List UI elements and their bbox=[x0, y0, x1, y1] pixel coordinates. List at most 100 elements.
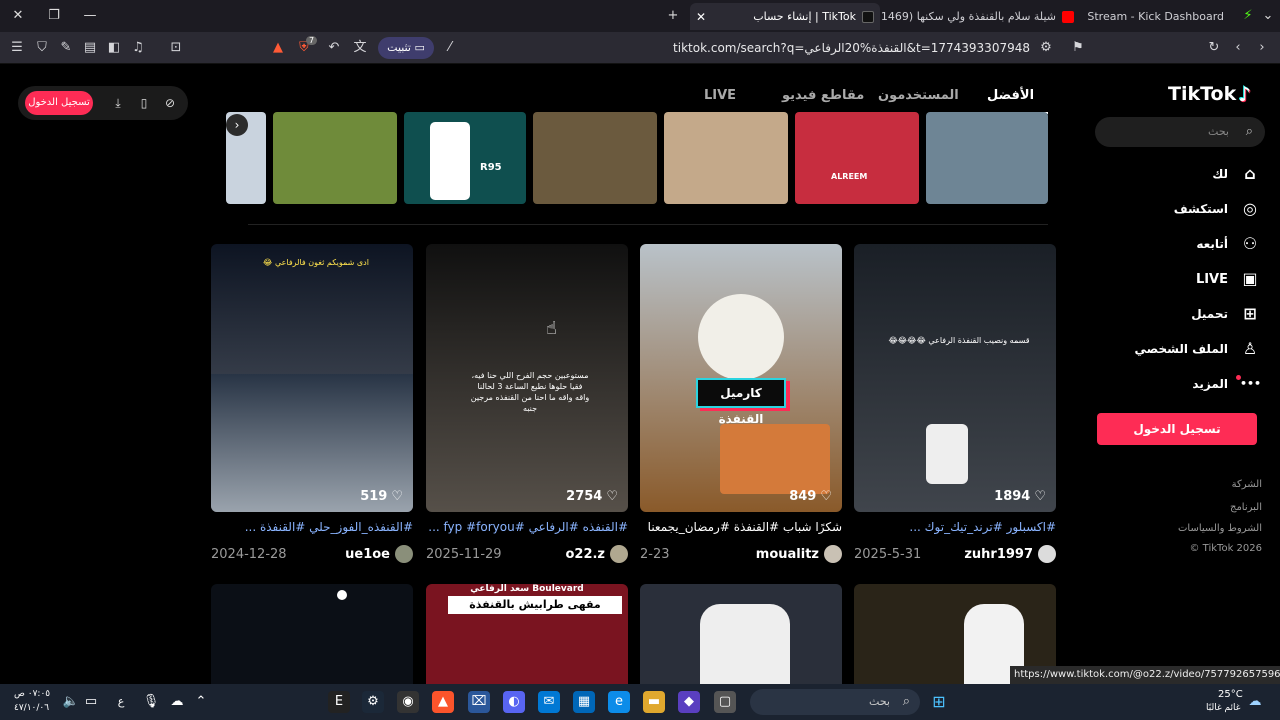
tab-search-chevron-icon[interactable]: ⌄ bbox=[1258, 6, 1278, 26]
caption-text[interactable]: #القنفذه #الرفاعي #fyp #foryou ... bbox=[428, 520, 628, 534]
weather-cloud-icon[interactable]: ☁ bbox=[1244, 691, 1266, 713]
minimize-window-icon[interactable]: — bbox=[80, 6, 100, 26]
video-author[interactable]: o22.z bbox=[565, 545, 628, 563]
reload-icon[interactable]: ↻ bbox=[1206, 40, 1222, 56]
music-icon[interactable]: ♫ bbox=[130, 40, 146, 56]
video-cover[interactable]: سعد الرفاعي Boulevard مقهى طرابيش بالقنف… bbox=[426, 584, 628, 684]
tab-top[interactable]: الأفضل bbox=[987, 88, 1034, 103]
video-author[interactable]: moualitz bbox=[756, 545, 842, 563]
caption-text[interactable]: شكرًا شباب #القنفذة #رمضان_يجمعنا bbox=[648, 520, 842, 534]
video-card[interactable]: ادى شمويكم ثغون فالرفاعي 😂 519 ♡ #القنفذه… bbox=[211, 244, 413, 564]
video-author[interactable]: ue1oe bbox=[345, 545, 413, 563]
tiktok-logo[interactable]: TikTok ♪ bbox=[1168, 82, 1251, 106]
footer-link-company[interactable]: الشركة bbox=[1232, 479, 1262, 490]
download-icon[interactable]: ⤓ bbox=[110, 95, 126, 111]
caption-text[interactable]: #القنفذه_الفوز_حلي #القنفذة ... bbox=[245, 520, 413, 534]
video-cover[interactable] bbox=[640, 584, 842, 684]
forward-icon[interactable]: › bbox=[1254, 40, 1270, 56]
start-icon[interactable]: ⊞ bbox=[928, 691, 950, 713]
microphone-icon[interactable]: 🎙 bbox=[140, 691, 162, 713]
carousel-thumb[interactable] bbox=[926, 112, 1048, 204]
wallet-icon[interactable]: ▤ bbox=[82, 40, 98, 56]
search-icon[interactable]: ⌕ bbox=[1246, 124, 1253, 139]
carousel-thumb[interactable] bbox=[533, 112, 657, 204]
discord-icon[interactable]: ◐ bbox=[503, 691, 525, 713]
sidebar-item-upload[interactable]: تحميل ⊞ bbox=[1100, 302, 1260, 326]
browser-tab-tiktok[interactable]: ✕ إنشاء حساب | TikTok bbox=[690, 3, 880, 30]
tray-overflow-icon[interactable]: ⌃ bbox=[190, 691, 212, 713]
outlook-icon[interactable]: ✉ bbox=[538, 691, 560, 713]
sidebar-icon[interactable]: ◧ bbox=[106, 40, 122, 56]
menu-icon[interactable]: ☰ bbox=[9, 40, 25, 56]
cloud-icon[interactable]: ☁ bbox=[166, 691, 188, 713]
avatar[interactable] bbox=[824, 545, 842, 563]
brave-browser-icon[interactable]: ▲ bbox=[432, 691, 454, 713]
video-author[interactable]: zuhr1997 bbox=[964, 545, 1056, 563]
author-name[interactable]: o22.z bbox=[565, 547, 605, 562]
mobile-icon[interactable]: ▯ bbox=[136, 95, 152, 111]
steam-icon[interactable]: ⚙ bbox=[362, 691, 384, 713]
reader-icon[interactable]: ⁄ bbox=[442, 40, 458, 56]
video-caption[interactable]: #اكسبلور #ترند_تيك_توك ... bbox=[854, 520, 1056, 536]
avatar[interactable] bbox=[610, 545, 628, 563]
header-login-button[interactable]: تسجيل الدخول bbox=[25, 91, 93, 115]
clock-date[interactable]: ٤٧/١٠/٠٦ bbox=[14, 703, 49, 713]
carousel-thumb[interactable]: R95 bbox=[404, 112, 526, 204]
weather-temp[interactable]: 25°C bbox=[1218, 689, 1243, 700]
search-input[interactable]: بحث ⌕ bbox=[1095, 117, 1265, 147]
author-name[interactable]: ue1oe bbox=[345, 547, 390, 562]
clock-time[interactable]: ٠٧:٠٥ ص bbox=[14, 689, 50, 699]
shield-icon[interactable]: ⛉ bbox=[34, 40, 50, 56]
bookmark-icon[interactable]: ⚑ bbox=[1070, 40, 1086, 56]
author-name[interactable]: moualitz bbox=[756, 547, 819, 562]
video-caption[interactable]: #القنفذه_الفوز_حلي #القنفذة ... bbox=[211, 520, 413, 536]
xbox-icon[interactable]: ⌧ bbox=[468, 691, 490, 713]
carousel-thumb[interactable] bbox=[273, 112, 397, 204]
new-tab-icon[interactable]: + bbox=[663, 6, 683, 26]
extensions-icon[interactable]: ✎ bbox=[58, 40, 74, 56]
footer-link-terms[interactable]: الشروط والسياسات bbox=[1178, 523, 1262, 534]
video-cover[interactable]: ادى شمويكم ثغون فالرفاعي 😂 519 ♡ bbox=[211, 244, 413, 512]
translate-icon[interactable]: 文 bbox=[352, 40, 368, 56]
sidebar-item-live[interactable]: LIVE ▣ bbox=[1100, 267, 1260, 291]
video-card[interactable]: كارميل القنفذة 849 ♡ شكرًا شباب #القنفذة … bbox=[640, 244, 842, 564]
footer-link-program[interactable]: البرنامج bbox=[1230, 502, 1262, 513]
network-icon[interactable]: ▭ bbox=[80, 691, 102, 713]
browser-tab-kick[interactable]: Stream - Kick Dashboard bbox=[1080, 3, 1230, 30]
sidebar-login-button[interactable]: تسجيل الدخول bbox=[1097, 413, 1257, 445]
video-cover[interactable]: قسمه ونصيب القنفذة الرفاعي 😂😂😂😂 1894 ♡ bbox=[854, 244, 1056, 512]
carousel-next-icon[interactable]: › bbox=[226, 114, 248, 136]
video-cover[interactable]: مستوعبين حجم الفرح اللي حنا فيه، فقيا حل… bbox=[426, 244, 628, 512]
caption-text[interactable]: #اكسبلور #ترند_تيك_توك ... bbox=[909, 520, 1056, 534]
file-explorer-icon[interactable]: ▬ bbox=[643, 691, 665, 713]
video-card[interactable]: مستوعبين حجم الفرح اللي حنا فيه، فقيا حل… bbox=[426, 244, 628, 564]
video-cover[interactable] bbox=[211, 584, 413, 684]
reload-page-icon[interactable]: ↶ bbox=[326, 40, 342, 56]
tab-users[interactable]: المستخدمون bbox=[878, 88, 959, 103]
sidebar-item-for-you[interactable]: لك ⌂ bbox=[1100, 162, 1260, 186]
close-window-icon[interactable]: ✕ bbox=[8, 6, 28, 26]
sidebar-item-explore[interactable]: استكشف ◎ bbox=[1100, 197, 1260, 221]
address-bar[interactable]: tiktok.com/search?q=القنفذة%20الرفاعي&t=… bbox=[640, 40, 1030, 56]
site-settings-icon[interactable]: ⚙ bbox=[1038, 40, 1054, 56]
restore-window-icon[interactable]: ❐ bbox=[44, 6, 64, 26]
m365-icon[interactable]: ◆ bbox=[678, 691, 700, 713]
tab-live[interactable]: LIVE bbox=[704, 88, 736, 103]
video-caption[interactable]: شكرًا شباب #القنفذة #رمضان_يجمعنا bbox=[640, 520, 842, 536]
brave-rewards-icon[interactable]: ▲ bbox=[270, 40, 286, 56]
video-cover[interactable]: كارميل القنفذة 849 ♡ bbox=[640, 244, 842, 512]
install-app-button[interactable]: تثبيت ▭ bbox=[378, 37, 434, 59]
video-card[interactable]: قسمه ونصيب القنفذة الرفاعي 😂😂😂😂 1894 ♡ #ا… bbox=[854, 244, 1056, 564]
carousel-thumb[interactable] bbox=[664, 112, 788, 204]
explore-icon[interactable]: ⊘ bbox=[162, 95, 178, 111]
weather-text[interactable]: غائم غالبًا bbox=[1206, 703, 1240, 713]
tab-videos[interactable]: مقاطع فيديو bbox=[782, 88, 864, 103]
app-icon[interactable]: ▢ bbox=[714, 691, 736, 713]
avatar[interactable] bbox=[395, 545, 413, 563]
back-icon[interactable]: ‹ bbox=[1230, 40, 1246, 56]
author-name[interactable]: zuhr1997 bbox=[964, 547, 1033, 562]
carousel-thumb[interactable]: ALREEM bbox=[795, 112, 919, 204]
obs-icon[interactable]: ◉ bbox=[397, 691, 419, 713]
sidebar-item-profile[interactable]: الملف الشخصي ♙ bbox=[1100, 337, 1260, 361]
input-language[interactable]: ع bbox=[110, 691, 132, 713]
